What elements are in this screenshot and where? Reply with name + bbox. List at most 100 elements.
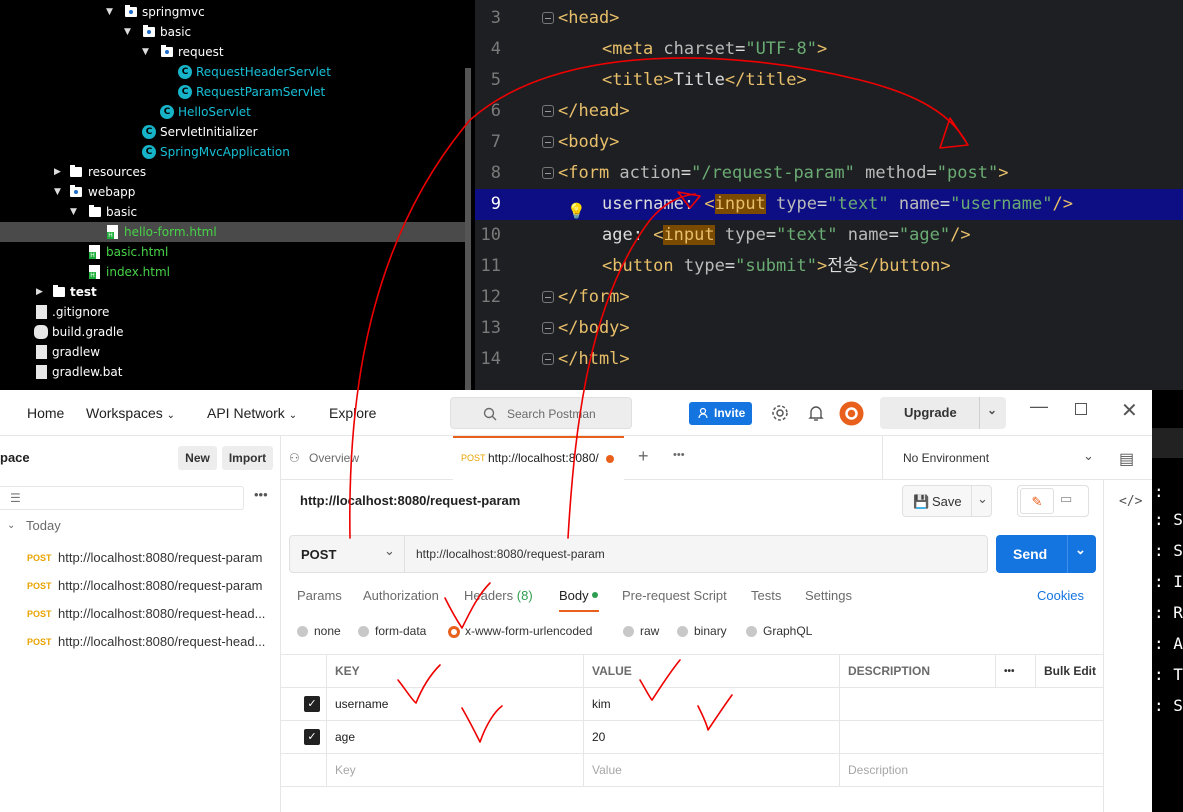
tab-request[interactable]: POST http://localhost:8080/ xyxy=(453,436,624,480)
key-placeholder[interactable]: Key xyxy=(326,754,583,787)
maximize-icon[interactable] xyxy=(1075,403,1087,415)
send-button[interactable]: Send ⌄ xyxy=(996,535,1096,573)
tree-item-requestparamservlet[interactable]: C RequestParamServlet xyxy=(0,82,465,102)
fold-icon[interactable] xyxy=(542,322,554,334)
key-cell[interactable]: age xyxy=(326,721,583,754)
cookies-link[interactable]: Cookies xyxy=(1037,588,1084,603)
tree-item-basic-html[interactable]: basic.html xyxy=(0,242,465,262)
key-cell[interactable]: username xyxy=(326,688,583,721)
chevron-down-icon[interactable]: ⌄ xyxy=(987,403,997,417)
history-item[interactable]: POST http://localhost:8080/request-param xyxy=(0,572,280,600)
import-button[interactable]: Import xyxy=(222,446,273,470)
description-cell[interactable] xyxy=(839,688,1103,721)
row-checkbox[interactable]: ✓ xyxy=(304,696,320,712)
history-group[interactable]: ⌄ Today xyxy=(0,512,280,540)
body-type-graphql[interactable]: GraphQL xyxy=(746,624,812,638)
code-editor[interactable]: 3 <head> 4 <meta charset="UTF-8"> 5 <tit… xyxy=(475,0,1183,390)
tree-item-webapp[interactable]: ▼ webapp xyxy=(0,182,465,202)
minimize-icon[interactable]: — xyxy=(1030,396,1048,417)
more-icon[interactable]: ••• xyxy=(995,655,1035,688)
avatar[interactable] xyxy=(839,401,864,426)
tab-params[interactable]: Params xyxy=(297,588,342,603)
tree-item-helloservlet[interactable]: C HelloServlet xyxy=(0,102,465,122)
fold-icon[interactable] xyxy=(542,105,554,117)
save-button[interactable]: 💾 Save ⌄ xyxy=(902,485,992,517)
tab-tests[interactable]: Tests xyxy=(751,588,781,603)
bulk-edit-button[interactable]: Bulk Edit xyxy=(1035,655,1103,688)
environment-quick-look-icon[interactable]: ▤ xyxy=(1119,449,1134,469)
fold-icon[interactable] xyxy=(542,12,554,24)
body-type-binary[interactable]: binary xyxy=(677,624,727,638)
tree-item-basic-dir[interactable]: ▼ basic xyxy=(0,202,465,222)
more-icon[interactable]: ••• xyxy=(254,487,268,502)
tree-item-gradlew-bat[interactable]: gradlew.bat xyxy=(0,362,465,382)
nav-api-network[interactable]: API Network ⌄ xyxy=(207,405,297,421)
chevron-down-icon[interactable]: ⌄ xyxy=(977,491,988,507)
tree-item-test[interactable]: ▶ test xyxy=(0,282,465,302)
chevron-down-icon[interactable]: ▼ xyxy=(124,22,131,42)
row-checkbox[interactable]: ✓ xyxy=(304,729,320,745)
search-input[interactable]: Search Postman xyxy=(450,397,632,429)
chevron-right-icon[interactable]: ▶ xyxy=(54,162,61,182)
tab-settings[interactable]: Settings xyxy=(805,588,852,603)
tree-item-gradlew[interactable]: gradlew xyxy=(0,342,465,362)
upgrade-button[interactable]: Upgrade ⌄ xyxy=(880,397,1006,429)
tree-item-index-html[interactable]: index.html xyxy=(0,262,465,282)
add-tab-icon[interactable]: + xyxy=(638,446,649,467)
filter-input[interactable]: ☰ xyxy=(0,486,244,510)
description-placeholder[interactable]: Description xyxy=(839,754,1103,787)
tree-scrollbar[interactable] xyxy=(465,68,471,390)
invite-button[interactable]: Invite xyxy=(689,402,752,425)
value-cell[interactable]: 20 xyxy=(583,721,839,754)
fold-icon[interactable] xyxy=(542,291,554,303)
history-item[interactable]: POST http://localhost:8080/request-head..… xyxy=(0,600,280,628)
chevron-right-icon[interactable]: ▶ xyxy=(36,282,43,302)
gear-icon[interactable] xyxy=(771,404,789,422)
tree-item-basic[interactable]: ▼ basic xyxy=(0,22,465,42)
close-icon[interactable]: ✕ xyxy=(1121,398,1138,423)
environment-select[interactable]: No Environment ⌄ xyxy=(882,436,1104,480)
nav-explore[interactable]: Explore xyxy=(329,405,376,421)
tree-item-build-gradle[interactable]: build.gradle xyxy=(0,322,465,342)
fold-icon[interactable] xyxy=(542,353,554,365)
tab-authorization[interactable]: Authorization xyxy=(363,588,439,603)
tree-item-resources[interactable]: ▶ resources xyxy=(0,162,465,182)
tab-body[interactable]: Body xyxy=(559,588,599,603)
code-snippet-icon[interactable]: </> xyxy=(1119,494,1142,509)
description-cell[interactable] xyxy=(839,721,1103,754)
tab-overview[interactable]: ⚇ Overview xyxy=(289,436,449,480)
fold-icon[interactable] xyxy=(542,136,554,148)
more-tabs-icon[interactable]: ••• xyxy=(673,449,685,461)
value-cell[interactable]: kim xyxy=(583,688,839,721)
history-item[interactable]: POST http://localhost:8080/request-param xyxy=(0,544,280,572)
pencil-icon[interactable]: ✎ xyxy=(1020,488,1054,514)
body-type-none[interactable]: none xyxy=(297,624,341,638)
tree-item-request[interactable]: ▼ request xyxy=(0,42,465,62)
chevron-down-icon[interactable]: ⌄ xyxy=(1075,542,1086,558)
fold-icon[interactable] xyxy=(542,167,554,179)
history-item[interactable]: POST http://localhost:8080/request-head..… xyxy=(0,628,280,656)
nav-home[interactable]: Home xyxy=(27,405,64,421)
tree-item-requestheaderservlet[interactable]: C RequestHeaderServlet xyxy=(0,62,465,82)
tree-item-servletinitializer[interactable]: C ServletInitializer xyxy=(0,122,465,142)
tree-item-hello-form[interactable]: hello-form.html xyxy=(0,222,465,242)
chevron-down-icon[interactable]: ▼ xyxy=(70,202,77,222)
new-button[interactable]: New xyxy=(178,446,217,470)
tree-item-springmvcapplication[interactable]: C SpringMvcApplication xyxy=(0,142,465,162)
comment-icon[interactable]: ▭ xyxy=(1060,491,1072,507)
tab-pre-request-script[interactable]: Pre-request Script xyxy=(622,588,727,603)
tree-item-gitignore[interactable]: .gitignore xyxy=(0,302,465,322)
tab-headers[interactable]: Headers (8) xyxy=(464,588,533,603)
chevron-down-icon[interactable]: ▼ xyxy=(106,2,113,22)
nav-workspaces[interactable]: Workspaces ⌄ xyxy=(86,405,175,421)
bell-icon[interactable] xyxy=(808,404,824,422)
value-placeholder[interactable]: Value xyxy=(583,754,839,787)
url-input[interactable]: http://localhost:8080/request-param xyxy=(416,547,605,561)
method-select[interactable]: POST ⌄ xyxy=(290,536,405,572)
chevron-down-icon[interactable]: ▼ xyxy=(54,182,61,202)
chevron-down-icon[interactable]: ▼ xyxy=(142,42,149,62)
body-type-raw[interactable]: raw xyxy=(623,624,659,638)
body-type-urlencoded[interactable]: x-www-form-urlencoded xyxy=(448,624,592,638)
terminal-panel[interactable]: : : S : S : I : R : A : T : S xyxy=(1152,390,1183,812)
tree-item-springmvc[interactable]: ▼ springmvc xyxy=(0,2,465,22)
